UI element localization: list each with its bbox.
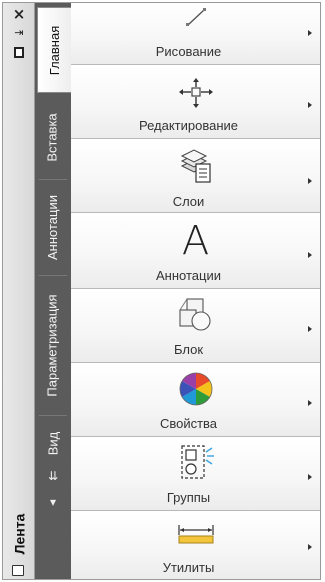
text-a-icon: A bbox=[181, 218, 210, 264]
panel-properties[interactable]: Свойства bbox=[71, 363, 320, 437]
panel-utilities-label: Утилиты bbox=[162, 560, 215, 575]
panel-block-label: Блок bbox=[173, 342, 204, 357]
panel-utilities[interactable]: Утилиты bbox=[71, 511, 320, 579]
layers-icon bbox=[178, 148, 214, 184]
close-icon[interactable]: × bbox=[10, 6, 28, 22]
tab-separator bbox=[39, 415, 67, 416]
auto-hide-icon[interactable]: ⇥ bbox=[10, 24, 28, 40]
tab-parametric[interactable]: Параметризация bbox=[36, 279, 69, 411]
group-icon bbox=[176, 444, 216, 482]
panel-modify-label: Редактирование bbox=[138, 118, 239, 133]
panel-layers-label: Слои bbox=[172, 194, 205, 209]
panel-groups[interactable]: Группы bbox=[71, 437, 320, 511]
move-arrows-icon bbox=[178, 78, 214, 108]
tab-separator bbox=[39, 179, 67, 180]
measure-icon bbox=[176, 522, 216, 546]
color-wheel-icon bbox=[177, 370, 215, 408]
tab-separator bbox=[39, 275, 67, 276]
panel-utilities-expand-icon[interactable] bbox=[308, 544, 312, 550]
panel-layers[interactable]: Слои bbox=[71, 139, 320, 213]
ribbon-palette: × ⇥ Лента Главная Вставка Аннотации Пара… bbox=[2, 2, 321, 580]
panel-draw-expand-icon[interactable] bbox=[308, 30, 312, 36]
panel-annotation[interactable]: A Аннотации bbox=[71, 213, 320, 289]
minimize-ribbon-icon[interactable]: ⇊ bbox=[42, 467, 64, 485]
panel-block[interactable]: Блок bbox=[71, 289, 320, 363]
ribbon-title: Лента bbox=[11, 513, 27, 555]
panel-modify[interactable]: Редактирование bbox=[71, 65, 320, 139]
panel-annotation-label: Аннотации bbox=[156, 268, 221, 283]
tab-insert[interactable]: Вставка bbox=[36, 99, 69, 175]
ribbon-options-icon[interactable]: ▾ bbox=[42, 493, 64, 511]
line-draw-icon bbox=[176, 6, 216, 28]
tab-home[interactable]: Главная bbox=[37, 7, 71, 93]
tab-annotations[interactable]: Аннотации bbox=[36, 183, 69, 271]
panel-layers-expand-icon[interactable] bbox=[308, 178, 312, 184]
properties-menu-icon[interactable] bbox=[10, 44, 28, 60]
ribbon-panels: Рисование Редактирование Слои A Аннотаци… bbox=[71, 3, 320, 579]
panel-properties-label: Свойства bbox=[159, 416, 218, 431]
panel-annotation-expand-icon[interactable] bbox=[308, 252, 312, 258]
panel-groups-expand-icon[interactable] bbox=[308, 474, 312, 480]
palette-icon bbox=[12, 565, 24, 576]
panel-properties-expand-icon[interactable] bbox=[308, 400, 312, 406]
panel-modify-expand-icon[interactable] bbox=[308, 102, 312, 108]
panel-block-expand-icon[interactable] bbox=[308, 326, 312, 332]
panel-draw-label: Рисование bbox=[155, 44, 222, 59]
ribbon-tab-strip: Главная Вставка Аннотации Параметризация… bbox=[35, 3, 71, 579]
ribbon-title-bar: × ⇥ Лента bbox=[3, 3, 35, 579]
tab-view[interactable]: Вид bbox=[36, 419, 69, 467]
block-icon bbox=[177, 296, 215, 334]
panel-groups-label: Группы bbox=[166, 490, 211, 505]
panel-draw[interactable]: Рисование bbox=[71, 3, 320, 65]
